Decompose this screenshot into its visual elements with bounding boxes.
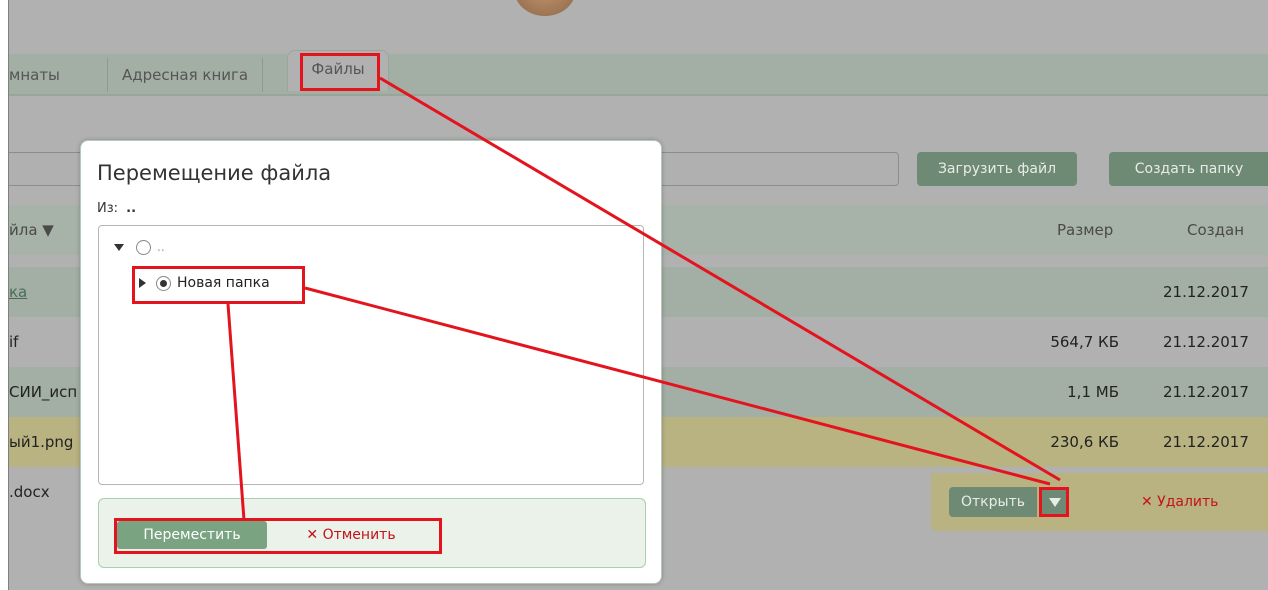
column-header-size[interactable]: Размер [1057, 205, 1113, 255]
tab-files-label: Файлы [311, 60, 365, 78]
cancel-button[interactable]: ✕ Отменить [267, 521, 435, 549]
file-name[interactable]: if [9, 317, 18, 367]
top-bar [9, 0, 1268, 50]
move-button[interactable]: Переместить [117, 521, 267, 549]
file-name[interactable]: СИИ_исп [9, 367, 77, 417]
avatar[interactable] [514, 0, 576, 16]
from-label: Из: [97, 201, 119, 216]
caret-down-icon[interactable] [114, 243, 124, 251]
upload-file-button[interactable]: Загрузить файл [917, 152, 1077, 186]
new-folder-radio[interactable] [156, 275, 171, 291]
file-size: 564,7 КБ [1050, 333, 1119, 351]
dialog-footer: Переместить ✕ Отменить [98, 498, 646, 568]
chevron-down-icon [1049, 498, 1061, 507]
file-created: 21.12.2017 [1163, 283, 1249, 301]
tab-address-book[interactable]: Адресная книга [107, 58, 264, 92]
file-created: 21.12.2017 [1163, 383, 1249, 401]
file-name[interactable]: ка [9, 267, 27, 317]
caret-right-icon[interactable] [139, 278, 146, 288]
file-name[interactable]: ый1.png [9, 417, 73, 467]
tree-node-root[interactable]: .. [114, 236, 165, 258]
column-header-created[interactable]: Создан [1187, 205, 1244, 255]
folder-tree: .. Новая папка [98, 225, 644, 485]
move-file-dialog: Перемещение файла Из: .. .. Новая папка … [80, 140, 662, 584]
tree-node-new-folder[interactable]: Новая папка [139, 272, 270, 294]
tree-node-label: .. [157, 240, 165, 254]
file-name[interactable]: .docx [9, 467, 50, 517]
from-value: .. [126, 201, 137, 216]
tab-files[interactable]: Файлы [287, 50, 389, 91]
row-actions-bar: Открыть ✕ Удалить [931, 473, 1268, 531]
file-created: 21.12.2017 [1163, 333, 1249, 351]
dialog-title: Перемещение файла [97, 161, 332, 185]
delete-button[interactable]: ✕ Удалить [1141, 487, 1218, 517]
from-path: Из: .. [97, 201, 136, 216]
column-header-name[interactable]: йла ▼ [9, 205, 54, 255]
create-folder-button[interactable]: Создать папку [1109, 152, 1268, 186]
file-size: 230,6 КБ [1050, 433, 1119, 451]
open-menu-button[interactable] [1039, 487, 1069, 517]
open-button[interactable]: Открыть [949, 487, 1037, 517]
file-created: 21.12.2017 [1163, 433, 1249, 451]
file-size: 1,1 МБ [1067, 383, 1119, 401]
tabs-strip: мнаты Адресная книга Файлы [9, 50, 1268, 96]
root-radio[interactable] [136, 239, 151, 255]
tab-rooms[interactable]: мнаты [9, 58, 74, 92]
tree-node-label: Новая папка [177, 275, 270, 291]
